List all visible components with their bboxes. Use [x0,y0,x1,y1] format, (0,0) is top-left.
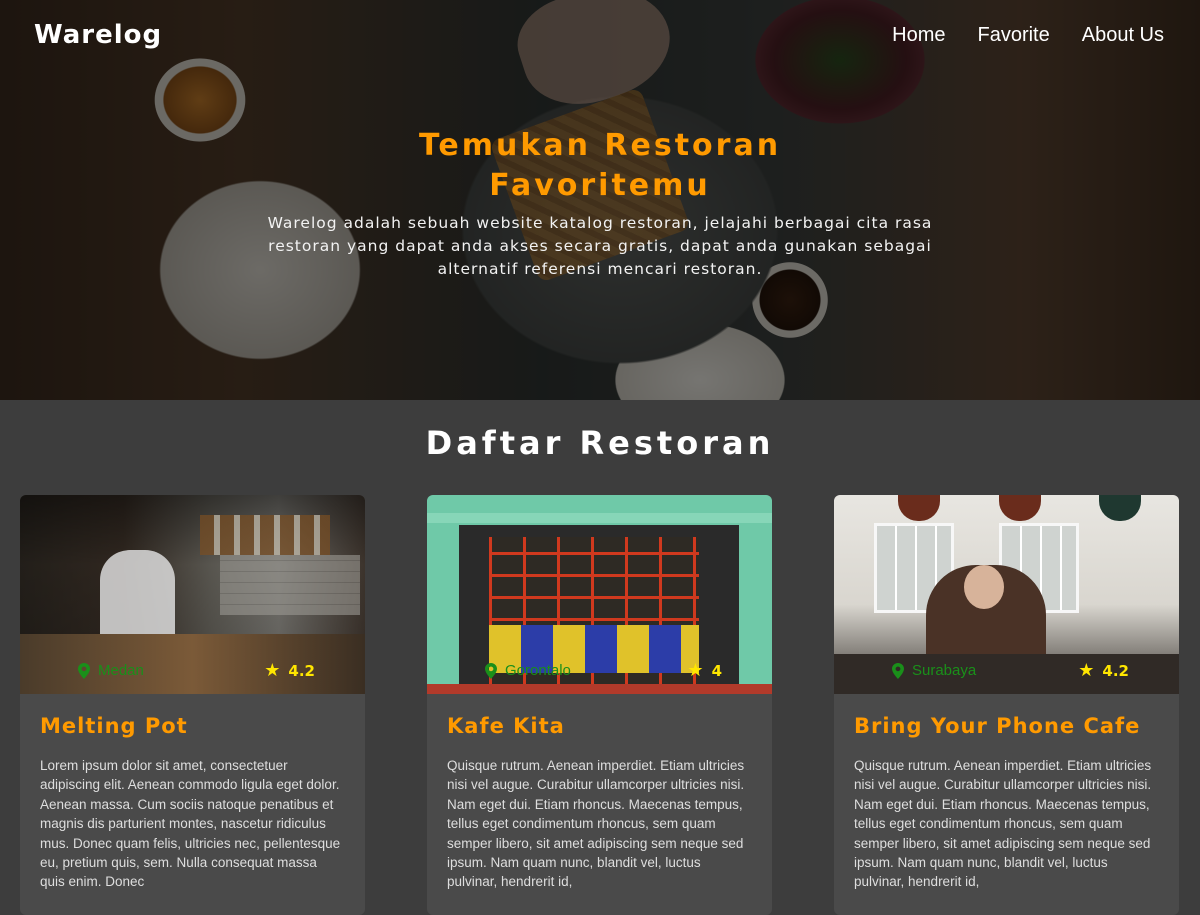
rating-value: 4.2 [1102,662,1129,680]
restaurant-card[interactable]: Medan ★ 4.2 Melting Pot Lorem ipsum dolo… [20,495,365,915]
rating-value: 4 [711,662,722,680]
nav-links: Home Favorite About Us [892,24,1164,47]
image-lamp [999,495,1041,521]
location-pin-icon [485,662,497,679]
restaurant-card[interactable]: Gorontalo ★ 4 Kafe Kita Quisque rutrum. … [427,495,772,915]
brand-logo[interactable]: Warelog [34,20,162,50]
nav-home[interactable]: Home [892,24,945,47]
navbar: Warelog Home Favorite About Us [0,0,1200,72]
city-label: Medan [98,662,144,679]
restaurant-list: Medan ★ 4.2 Melting Pot Lorem ipsum dolo… [20,495,1180,915]
hero-description: Warelog adalah sebuah website katalog re… [267,214,933,278]
rating: ★ 4 [687,660,722,681]
restaurant-description: Quisque rutrum. Aenean imperdiet. Etiam … [854,758,1152,890]
rating: ★ 4.2 [1078,660,1129,681]
rating-value: 4.2 [288,662,315,680]
city-label: Surabaya [912,662,977,679]
image-lamp [1099,495,1141,521]
restaurant-card[interactable]: Surabaya ★ 4.2 Bring Your Phone Cafe Qui… [834,495,1179,915]
section-title: Daftar Restoran [425,424,775,462]
image-ground [427,684,772,694]
restaurant-meta: Gorontalo ★ 4 [427,662,772,682]
image-tiles [220,555,360,615]
card-body: Melting Pot Lorem ipsum dolor sit amet, … [20,694,365,910]
restaurant-meta: Surabaya ★ 4.2 [834,662,1179,682]
restaurant-image: Gorontalo ★ 4 [427,495,772,694]
card-body: Bring Your Phone Cafe Quisque rutrum. Ae… [834,694,1179,910]
location: Surabaya [892,662,976,679]
location-pin-icon [78,662,90,679]
star-icon: ★ [264,660,281,681]
rating: ★ 4.2 [264,660,315,681]
image-shelf [200,515,330,555]
main-content: Daftar Restoran Medan ★ 4.2 Melting Pot … [0,424,1200,915]
location: Gorontalo [485,662,571,679]
hero-title: Temukan Restoran Favoritemu [418,128,782,203]
image-person-head [964,565,1004,609]
restaurant-name[interactable]: Bring Your Phone Cafe [854,714,1159,738]
star-icon: ★ [687,660,704,681]
hero-content: Temukan Restoran Favoritemu Warelog adal… [0,126,1200,281]
restaurant-description: Quisque rutrum. Aenean imperdiet. Etiam … [447,758,745,890]
restaurant-name[interactable]: Kafe Kita [447,714,752,738]
image-lamp [898,495,940,521]
nav-about-us[interactable]: About Us [1082,24,1164,47]
restaurant-meta: Medan ★ 4.2 [20,662,365,682]
location-pin-icon [892,662,904,679]
star-icon: ★ [1078,660,1095,681]
restaurant-image: Surabaya ★ 4.2 [834,495,1179,694]
card-body: Kafe Kita Quisque rutrum. Aenean imperdi… [427,694,772,910]
image-awning [427,513,772,523]
restaurant-description: Lorem ipsum dolor sit amet, consectetuer… [40,758,341,890]
restaurant-name[interactable]: Melting Pot [40,714,345,738]
hero: Warelog Home Favorite About Us Temukan R… [0,0,1200,400]
city-label: Gorontalo [505,662,571,679]
nav-favorite[interactable]: Favorite [977,24,1049,47]
location: Medan [78,662,144,679]
restaurant-image: Medan ★ 4.2 [20,495,365,694]
